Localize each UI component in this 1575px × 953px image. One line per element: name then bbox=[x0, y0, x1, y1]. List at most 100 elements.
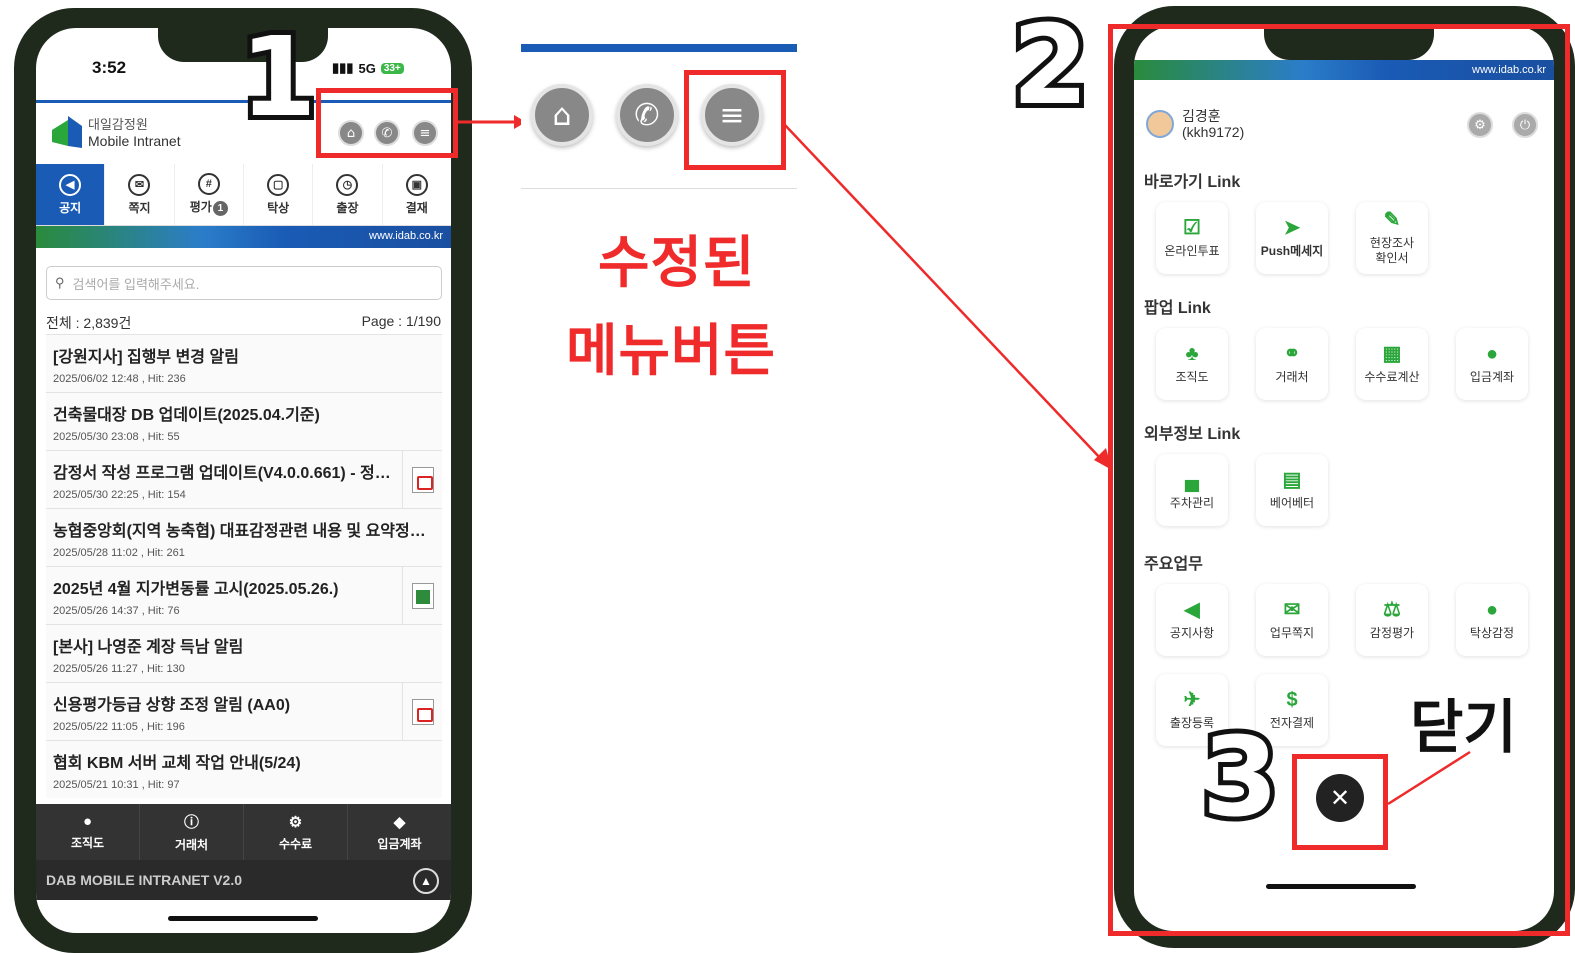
list-item[interactable]: 농협중앙회(지역 농축협) 대표감정관련 내용 및 요약정리 안내 2025/05… bbox=[46, 508, 442, 566]
post-meta: 2025/05/30 23:08 , Hit: 55 bbox=[53, 430, 180, 443]
bottom-nav-label: 거래처 bbox=[174, 838, 209, 852]
bottom-nav-account[interactable]: ◆ 입금계좌 bbox=[348, 804, 451, 860]
list-item[interactable]: 2025년 4월 지가변동률 고시(2025.05.26.) 2025/05/26… bbox=[46, 566, 442, 624]
tab-notice[interactable]: ◀ 공지 bbox=[36, 164, 106, 225]
list-item[interactable]: 건축물대장 DB 업데이트(2025.04.기준) 2025/05/30 23:0… bbox=[46, 392, 442, 450]
post-title: 신용평가등급 상향 조정 알림 (AA0) bbox=[53, 696, 291, 714]
step-number-3: 3 bbox=[1197, 713, 1283, 841]
tab-label: 평가 bbox=[189, 200, 212, 214]
caption-line2: 메뉴버튼 bbox=[566, 319, 777, 384]
info-icon: ⓘ bbox=[183, 814, 199, 831]
logo-line1: 대일감정원 bbox=[88, 117, 148, 132]
post-meta: 2025/05/28 11:02 , Hit: 261 bbox=[53, 546, 185, 559]
logo-text: 대일감정원 Mobile Intranet bbox=[88, 116, 181, 150]
post-meta: 2025/05/22 11:05 , Hit: 196 bbox=[53, 720, 185, 733]
bottom-nav-org[interactable]: ● 조직도 bbox=[36, 804, 140, 860]
bottom-nav-clients[interactable]: ⓘ 거래처 bbox=[140, 804, 244, 860]
list-item[interactable]: [강원지사] 집행부 변경 알림 2025/06/02 12:48 , Hit: … bbox=[46, 334, 442, 392]
bottom-nav-label: 수수료 bbox=[278, 836, 313, 851]
tab-memo[interactable]: ✉ 쪽지 bbox=[105, 164, 175, 225]
person-icon: ● bbox=[82, 813, 93, 830]
home-button-zoomed: ⌂ bbox=[531, 84, 593, 146]
network-label: 5G bbox=[358, 60, 376, 76]
signal-icon: ▮▮▮ bbox=[332, 60, 354, 75]
pdf-icon bbox=[411, 466, 434, 493]
clock-icon: ◷ bbox=[336, 173, 359, 196]
attachment[interactable] bbox=[402, 567, 442, 624]
attachment[interactable] bbox=[402, 683, 442, 740]
post-list: [강원지사] 집행부 변경 알림 2025/06/02 12:48 , Hit: … bbox=[46, 334, 442, 798]
list-item[interactable]: 협회 KBM 서버 교체 작업 안내(5/24) 2025/05/21 10:31… bbox=[46, 740, 442, 798]
phone-button-zoomed: ✆ bbox=[616, 84, 678, 146]
zoom-bottom-line bbox=[521, 188, 797, 189]
footer-text: DAB MOBILE INTRANET V2.0 bbox=[46, 872, 243, 888]
tab-approval[interactable]: ▣ 결재 bbox=[383, 164, 451, 225]
phone-icon: ✆ bbox=[634, 97, 660, 133]
pointer-line bbox=[1387, 750, 1471, 806]
status-time: 3:52 bbox=[92, 58, 127, 77]
tab-label: 공지 bbox=[59, 200, 82, 215]
pdf-icon bbox=[411, 698, 434, 725]
attachment[interactable] bbox=[402, 451, 442, 508]
post-meta: 2025/05/26 14:37 , Hit: 76 bbox=[53, 604, 180, 617]
intranet-screen: 3:52 ▮▮▮ 5G 33+ 대일감정원 Mobile Intranet ⌂ … bbox=[36, 28, 451, 933]
battery-icon: 33+ bbox=[380, 62, 404, 74]
chevron-up-icon: ▲ bbox=[420, 874, 432, 888]
post-meta: 2025/06/02 12:48 , Hit: 236 bbox=[53, 372, 186, 385]
tab-label: 탁상 bbox=[267, 200, 290, 215]
gear-icon: ⚙ bbox=[288, 813, 303, 831]
search-placeholder: 검색어를 입력해주세요. bbox=[72, 276, 200, 292]
tab-label: 쪽지 bbox=[128, 200, 151, 215]
post-meta: 2025/05/21 10:31 , Hit: 97 bbox=[53, 778, 180, 791]
page-indicator: Page : 1/190 bbox=[361, 313, 441, 329]
tag-icon: ◆ bbox=[393, 813, 406, 831]
caption-line1: 수정된 bbox=[598, 231, 756, 296]
bottom-nav: ● 조직도 ⓘ 거래처 ⚙ 수수료 ◆ 입금계좌 bbox=[36, 804, 451, 860]
post-title: 2025년 4월 지가변동률 고시(2025.05.26.) bbox=[53, 580, 339, 598]
banner-url: www.idab.co.kr bbox=[369, 230, 443, 242]
bottom-nav-label: 입금계좌 bbox=[377, 836, 422, 851]
tab-desk[interactable]: ▢ 탁상 bbox=[244, 164, 314, 225]
tab-appraisal[interactable]: # 평가 1 bbox=[175, 164, 244, 225]
tab-bar: ◀ 공지 ✉ 쪽지 # 평가 1 ▢ 탁상 ◷ 출장 ▣ 결재 bbox=[36, 164, 451, 226]
logo-line2: Mobile Intranet bbox=[88, 133, 181, 149]
arrow-to-menu bbox=[783, 123, 1112, 470]
bottom-nav-label: 조직도 bbox=[70, 836, 105, 850]
step-number-2: 2 bbox=[1007, 1, 1093, 129]
tab-label: 결재 bbox=[405, 200, 428, 215]
banner: www.idab.co.kr bbox=[36, 226, 451, 248]
logo-icon bbox=[52, 116, 82, 148]
grid-icon: # bbox=[197, 173, 220, 195]
post-title: [본사] 나영준 계장 득남 알림 bbox=[53, 638, 244, 656]
step-number-1: 1 bbox=[235, 13, 321, 141]
home-icon: ⌂ bbox=[552, 97, 572, 133]
chat-icon: ▢ bbox=[267, 173, 290, 196]
post-title: 건축물대장 DB 업데이트(2025.04.기준) bbox=[53, 406, 320, 424]
status-indicators: ▮▮▮ 5G 33+ bbox=[332, 60, 404, 76]
tab-badge: 1 bbox=[212, 201, 228, 216]
tab-label-wrap: 평가 1 bbox=[190, 198, 228, 216]
list-item[interactable]: 신용평가등급 상향 조정 알림 (AA0) 2025/05/22 11:05 , … bbox=[46, 682, 442, 740]
bottom-nav-fee[interactable]: ⚙ 수수료 bbox=[244, 804, 348, 860]
tab-label: 출장 bbox=[336, 200, 359, 215]
list-item[interactable]: [본사] 나영준 계장 득남 알림 2025/05/26 11:27 , Hit:… bbox=[46, 624, 442, 682]
highlight-close-button bbox=[1292, 754, 1388, 850]
search-icon: ⚲ bbox=[55, 275, 65, 290]
arrow-to-zoom bbox=[456, 115, 526, 129]
post-title: 협회 KBM 서버 교체 작업 안내(5/24) bbox=[53, 754, 301, 772]
post-meta: 2025/05/26 11:27 , Hit: 130 bbox=[53, 662, 185, 675]
app-footer: DAB MOBILE INTRANET V2.0 ▲ bbox=[36, 860, 451, 900]
excel-icon bbox=[411, 582, 434, 609]
list-item[interactable]: 감정서 작성 프로그램 업데이트(V4.0.0.661) - 정… 2025/05… bbox=[46, 450, 442, 508]
tab-trip[interactable]: ◷ 출장 bbox=[313, 164, 383, 225]
search-input[interactable]: ⚲ 검색어를 입력해주세요. bbox=[46, 266, 442, 300]
post-meta: 2025/05/30 22:25 , Hit: 154 bbox=[53, 488, 186, 501]
speaker-icon: ◀ bbox=[59, 173, 82, 196]
zoom-top-line bbox=[521, 44, 797, 52]
lock-icon: ▣ bbox=[405, 173, 428, 196]
scroll-top-button[interactable]: ▲ bbox=[413, 868, 439, 894]
highlight-menu-icons bbox=[316, 88, 458, 158]
mail-icon: ✉ bbox=[128, 173, 151, 196]
post-title: 감정서 작성 프로그램 업데이트(V4.0.0.661) - 정… bbox=[53, 464, 391, 482]
post-title: [강원지사] 집행부 변경 알림 bbox=[53, 348, 239, 366]
